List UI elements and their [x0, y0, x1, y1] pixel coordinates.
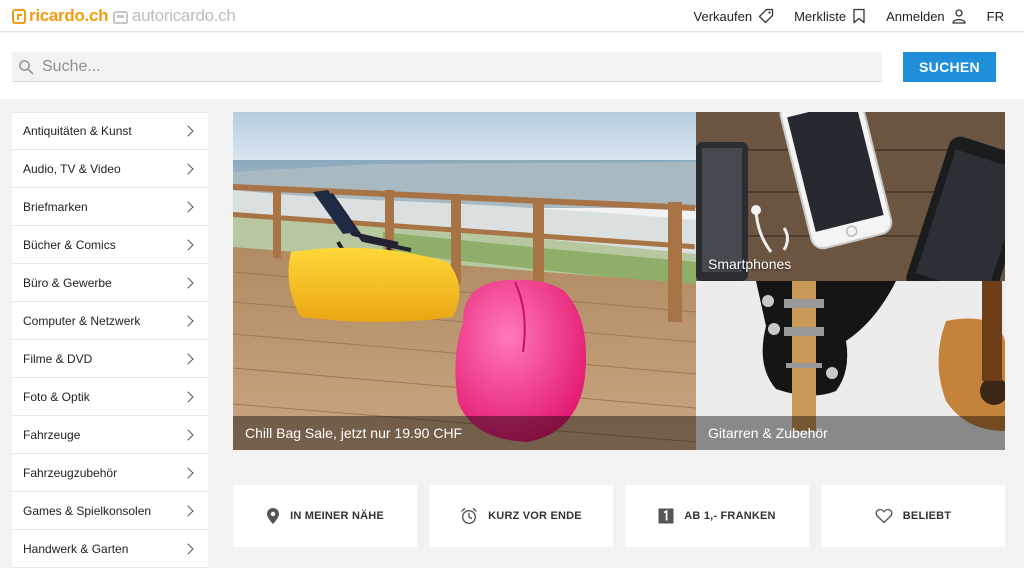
login-label: Anmelden — [886, 8, 945, 24]
sidebar-item-computer-network[interactable]: Computer & Netzwerk — [12, 302, 208, 340]
guitars-caption: Gitarren & Zubehör — [696, 416, 1005, 450]
sidebar-item-label: Computer & Netzwerk — [23, 313, 141, 328]
chevron-right-icon — [182, 276, 194, 289]
sell-link[interactable]: Verkaufen — [694, 8, 775, 24]
chevron-right-icon — [182, 162, 194, 175]
ricardo-logo-icon — [12, 8, 26, 24]
chevron-right-icon — [182, 200, 194, 213]
login-link[interactable]: Anmelden — [886, 8, 967, 24]
top-bar: ricardo.ch autoricardo.ch Verkaufen Merk… — [0, 0, 1024, 32]
ricardo-logo[interactable]: ricardo.ch — [12, 6, 109, 26]
sidebar-item-crafts-garden[interactable]: Handwerk & Garten — [12, 530, 208, 568]
user-icon — [952, 9, 966, 24]
chevron-right-icon — [182, 352, 194, 365]
sidebar-item-label: Handwerk & Garten — [23, 541, 129, 556]
quicklink-popular-label: BELIEBT — [902, 510, 952, 522]
quicklink-nearby[interactable]: IN MEINER NÄHE — [233, 485, 417, 547]
quicklink-nearby-label: IN MEINER NÄHE — [290, 510, 384, 522]
sidebar-item-vehicles[interactable]: Fahrzeuge — [12, 416, 208, 454]
sidebar-item-label: Games & Spielkonsolen — [23, 503, 152, 518]
hero-guitars-banner[interactable]: Gitarren & Zubehör — [696, 281, 1005, 450]
heart-icon — [875, 508, 893, 524]
autoricardo-logo[interactable]: autoricardo.ch — [113, 6, 236, 26]
sidebar-item-antiques[interactable]: Antiquitäten & Kunst — [12, 112, 208, 150]
sidebar-item-label: Briefmarken — [23, 199, 88, 214]
sidebar-item-movies-dvd[interactable]: Filme & DVD — [12, 340, 208, 378]
hero-smartphones-banner[interactable]: Smartphones — [696, 112, 1005, 281]
quicklink-ending-label: KURZ VOR ENDE — [488, 510, 582, 522]
chevron-right-icon — [182, 314, 194, 327]
sidebar-item-label: Audio, TV & Video — [23, 161, 121, 176]
quicklink-from1-label: AB 1,- FRANKEN — [684, 510, 776, 522]
sidebar-item-games-consoles[interactable]: Games & Spielkonsolen — [12, 492, 208, 530]
location-pin-icon — [267, 508, 280, 524]
car-icon — [113, 10, 128, 24]
sidebar-item-label: Filme & DVD — [23, 351, 93, 366]
search-button[interactable]: SUCHEN — [903, 52, 996, 82]
chevron-right-icon — [182, 466, 194, 479]
smartphones-caption: Smartphones — [708, 256, 792, 272]
sidebar-item-label: Antiquitäten & Kunst — [23, 124, 132, 138]
autoricardo-logo-text: autoricardo.ch — [132, 6, 236, 25]
sidebar-item-stamps[interactable]: Briefmarken — [12, 188, 208, 226]
search-box — [12, 52, 882, 82]
sidebar-item-label: Fahrzeuge — [23, 427, 81, 442]
price-tag-icon — [758, 8, 774, 24]
hero-main-caption: Chill Bag Sale, jetzt nur 19.90 CHF — [233, 416, 696, 450]
watchlist-label: Merkliste — [794, 8, 847, 24]
search-input[interactable] — [42, 52, 842, 81]
sell-label: Verkaufen — [693, 8, 753, 24]
quicklink-ending-soon[interactable]: KURZ VOR ENDE — [429, 485, 613, 547]
language-label: FR — [986, 8, 1004, 24]
chevron-right-icon — [182, 390, 194, 403]
top-navigation: Verkaufen Merkliste Anmelden FR — [674, 0, 1004, 32]
quicklink-from-one-franc[interactable]: AB 1,- FRANKEN — [625, 485, 809, 547]
alarm-clock-icon — [461, 508, 477, 525]
sidebar-item-label: Fahrzeugzubehör — [23, 465, 118, 480]
bookmark-icon — [853, 8, 865, 24]
category-sidebar: Antiquitäten & Kunst Audio, TV & Video B… — [12, 112, 208, 568]
sidebar-item-label: Foto & Optik — [23, 389, 90, 404]
one-franc-icon — [658, 508, 674, 524]
sidebar-item-vehicle-accessories[interactable]: Fahrzeugzubehör — [12, 454, 208, 492]
chevron-right-icon — [182, 238, 194, 251]
chevron-right-icon — [182, 542, 194, 555]
chevron-right-icon — [182, 504, 194, 517]
language-switch[interactable]: FR — [987, 9, 1004, 24]
search-icon — [19, 59, 34, 74]
chill-bag-image — [233, 112, 696, 450]
chevron-right-icon — [182, 125, 194, 137]
sidebar-item-label: Büro & Gewerbe — [23, 275, 112, 290]
search-area: SUCHEN — [0, 33, 1024, 99]
sidebar-item-office-business[interactable]: Büro & Gewerbe — [12, 264, 208, 302]
ricardo-logo-text: ricardo.ch — [29, 6, 109, 25]
watchlist-link[interactable]: Merkliste — [794, 8, 866, 24]
sidebar-item-audio-tv-video[interactable]: Audio, TV & Video — [12, 150, 208, 188]
hero-main-banner[interactable]: Chill Bag Sale, jetzt nur 19.90 CHF — [233, 112, 696, 450]
chevron-right-icon — [182, 428, 194, 441]
quicklink-popular[interactable]: BELIEBT — [821, 485, 1005, 547]
sidebar-item-label: Bücher & Comics — [23, 237, 116, 252]
sidebar-item-books-comics[interactable]: Bücher & Comics — [12, 226, 208, 264]
sidebar-item-photo-optics[interactable]: Foto & Optik — [12, 378, 208, 416]
